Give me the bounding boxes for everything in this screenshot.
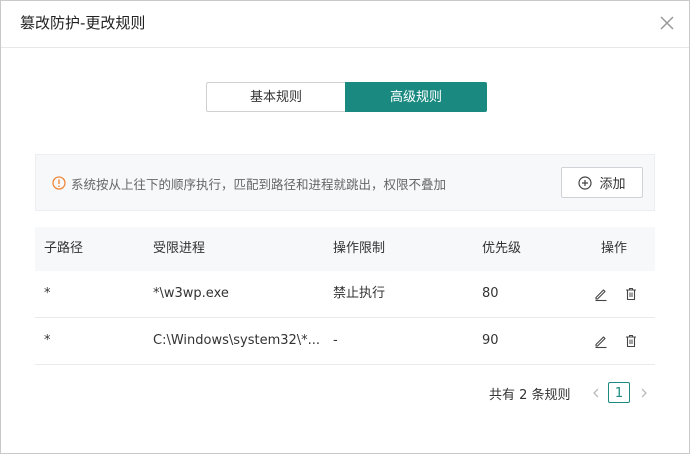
rules-table: 子路径 受限进程 操作限制 优先级 操作 * *\w3wp.exe 禁止执行 8… (35, 227, 655, 365)
pencil-icon[interactable] (593, 286, 609, 302)
tab-advanced-rules[interactable]: 高级规则 (345, 82, 487, 112)
warning-circle-icon (52, 175, 66, 190)
total-count: 共有 2 条规则 (489, 388, 571, 403)
dialog-title: 篡改防护-更改规则 (20, 14, 146, 32)
cell-restriction: 禁止执行 (333, 286, 386, 301)
dialog: 篡改防护-更改规则 基本规则 高级规则 系统按从上往下的顺序执行，匹配到路径和进… (0, 0, 690, 454)
column-header-process: 受限进程 (153, 241, 206, 256)
notice-bar: 系统按从上往下的顺序执行，匹配到路径和进程就跳出，权限不叠加 添加 (35, 154, 655, 211)
cell-priority: 80 (482, 286, 499, 301)
column-header-restriction: 操作限制 (333, 241, 386, 256)
plus-circle-icon (578, 175, 593, 190)
row-actions (593, 286, 639, 302)
close-icon[interactable] (657, 13, 677, 33)
add-button-label: 添加 (599, 177, 626, 192)
pencil-icon[interactable] (593, 333, 609, 349)
chevron-right-icon[interactable] (637, 385, 651, 401)
trash-icon[interactable] (623, 286, 639, 302)
column-header-actions: 操作 (601, 241, 628, 256)
table-row: * *\w3wp.exe 禁止执行 80 (35, 271, 655, 318)
table-header: 子路径 受限进程 操作限制 优先级 操作 (35, 227, 655, 271)
chevron-left-icon[interactable] (589, 385, 603, 401)
cell-path: * (44, 333, 51, 348)
cell-priority: 90 (482, 333, 499, 348)
pagination: 共有 2 条规则 1 (1, 382, 689, 404)
row-actions (593, 333, 639, 349)
cell-restriction: - (333, 333, 338, 348)
tab-basic-rules[interactable]: 基本规则 (206, 82, 345, 112)
notice-text: 系统按从上往下的顺序执行，匹配到路径和进程就跳出，权限不叠加 (71, 177, 447, 192)
trash-icon[interactable] (623, 333, 639, 349)
dialog-header: 篡改防护-更改规则 (1, 1, 689, 48)
rule-type-tabs: 基本规则 高级规则 (206, 82, 487, 112)
table-row: * C:\Windows\system32\*... - 90 (35, 318, 655, 365)
add-rule-button[interactable]: 添加 (561, 167, 643, 198)
cell-process: *\w3wp.exe (153, 286, 229, 301)
page-button-1[interactable]: 1 (608, 382, 630, 403)
cell-path: * (44, 286, 51, 301)
column-header-path: 子路径 (44, 241, 84, 256)
cell-process: C:\Windows\system32\*... (153, 333, 321, 348)
column-header-priority: 优先级 (482, 241, 522, 256)
